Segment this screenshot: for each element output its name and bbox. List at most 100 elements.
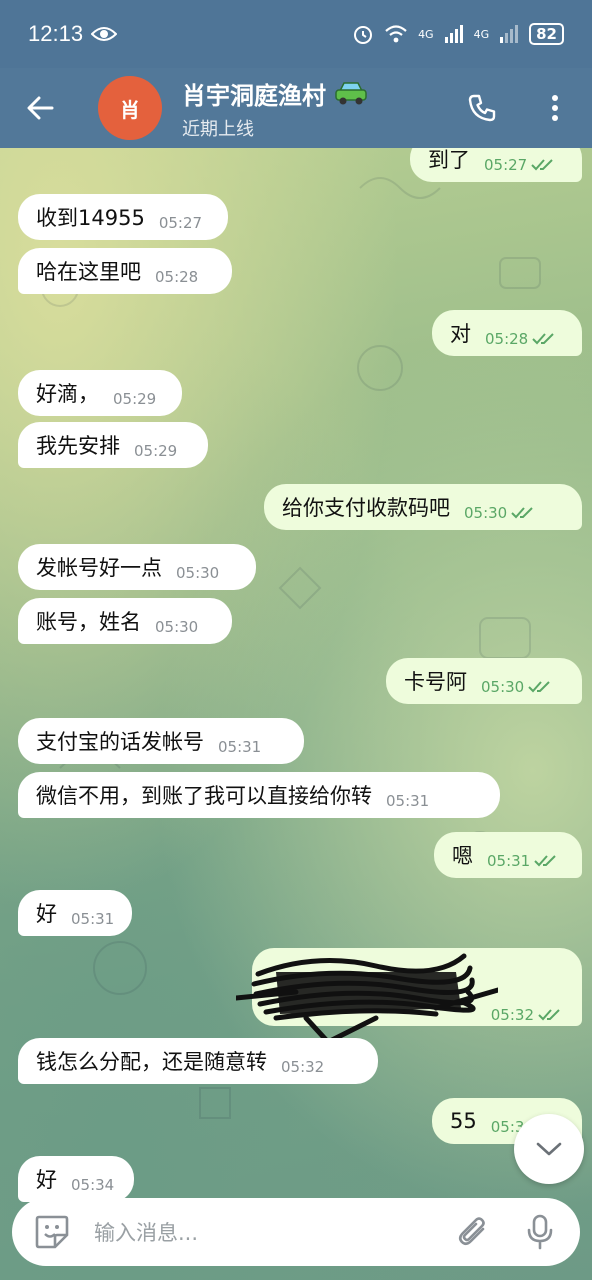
double-check-icon [534,855,556,867]
message-text: 好滴， [36,382,99,406]
message-time: 05:34 [71,1176,115,1194]
message-text: 微信不用，到账了我可以直接给你转 [36,784,372,808]
message-meta: 05:32 [491,1006,564,1024]
message-bubble-outgoing[interactable]: 对 05:28 [432,310,582,356]
voice-record-button[interactable] [518,1210,562,1254]
double-check-icon [528,681,550,693]
message-bubble-incoming[interactable]: 支付宝的话发帐号 05:31 [18,718,304,764]
message-time: 05:30 [481,678,525,696]
signal-label-2: 4G [473,27,490,41]
signal-icon [444,25,463,43]
message-bubble-incoming[interactable]: 微信不用，到账了我可以直接给你转 05:31 [18,772,500,818]
message-bubble-outgoing[interactable]: 卡号阿 05:30 [386,658,582,704]
message-time: 05:32 [281,1058,325,1076]
message-text: 账号，姓名 [36,610,141,634]
message-meta: 05:27 [159,214,202,232]
emoji-button[interactable] [30,1210,74,1254]
status-icons: 4G 4G 82 [352,23,564,45]
message-time: 05:31 [386,792,430,810]
call-button[interactable] [462,88,502,128]
message-bubble-incoming[interactable]: 钱怎么分配，还是随意转 05:32 [18,1038,378,1084]
message-meta: 05:31 [71,910,114,928]
message-bubble-outgoing[interactable]: 到了 05:27 [410,148,582,182]
last-seen-status: 近期上线 [182,118,254,140]
message-meta: 05:31 [487,852,560,870]
double-check-icon [532,333,554,345]
message-text: 发帐号好一点 [36,556,162,580]
back-button[interactable] [0,68,80,148]
message-text: 我先安排 [36,434,120,458]
message-meta: 05:34 [71,1176,114,1194]
message-text: 好 [36,1168,57,1192]
message-time: 05:31 [218,738,262,756]
message-text: 支付宝的话发帐号 [36,730,204,754]
message-bubble-incoming[interactable]: 好滴， 05:29 [18,370,182,416]
message-meta: 05:31 [218,738,261,756]
signal-label-1: 4G [418,27,434,41]
message-meta: 05:28 [155,268,198,286]
message-time: 05:30 [176,564,220,582]
chat-title-box[interactable]: 肖宇洞庭渔村 近期上线 [182,76,368,141]
message-composer: 输入消息... [12,1198,580,1266]
redaction-scribble [236,953,498,1044]
message-time: 05:30 [155,618,199,636]
message-meta: 05:30 [481,678,554,696]
message-meta: 05:30 [176,564,219,582]
message-meta: 05:27 [484,156,557,174]
message-bubble-incoming[interactable]: 好 05:34 [18,1156,134,1202]
status-time: 12:13 [28,21,84,46]
message-list[interactable]: 到了 05:27 收到14955 05:27 哈在这里吧 05:28 对 05:… [0,148,592,1280]
message-bubble-incoming[interactable]: 发帐号好一点 05:30 [18,544,256,590]
message-bubble-outgoing[interactable]: 给你支付收款码吧 05:30 [264,484,582,530]
message-text: 55 [450,1109,477,1133]
chat-header: 肖 肖宇洞庭渔村 近期上线 [0,68,592,148]
message-bubble-incoming[interactable]: 账号，姓名 05:30 [18,598,232,644]
message-bubble-incoming[interactable]: 收到14955 05:27 [18,194,228,240]
more-vertical-icon [552,95,558,121]
message-text: 哈在这里吧 [36,260,141,284]
message-bubble-incoming[interactable]: 好 05:31 [18,890,132,936]
message-time: 05:31 [487,852,531,870]
message-time: 05:27 [484,156,528,174]
alarm-icon [354,26,373,44]
message-text: 给你支付收款码吧 [282,496,450,520]
scroll-to-bottom-button[interactable] [514,1114,584,1184]
message-text: 收到14955 [36,206,145,230]
message-time: 05:29 [113,390,157,408]
message-bubble-incoming[interactable]: 我先安排 05:29 [18,422,208,468]
microphone-icon [527,1214,553,1250]
wifi-icon [385,25,407,43]
chevron-down-icon [536,1142,562,1156]
message-text: 对 [450,322,471,346]
message-time: 05:31 [71,910,115,928]
attach-button[interactable] [452,1210,496,1254]
more-menu-button[interactable] [535,88,575,128]
double-check-icon [531,159,553,171]
chat-title: 肖宇洞庭渔村 [182,76,368,111]
sticker-icon [35,1215,69,1249]
chat-title-text: 肖宇洞庭渔村 [182,81,326,110]
arrow-left-icon [27,96,54,120]
battery-level: 82 [529,23,564,45]
message-meta: 05:31 [386,792,429,810]
message-text: 卡号阿 [404,670,467,694]
message-time: 05:30 [464,504,508,522]
message-input[interactable]: 输入消息... [94,1217,452,1247]
double-check-icon [511,507,533,519]
eye-icon [91,27,118,41]
message-time: 05:27 [158,214,203,232]
message-meta: 05:30 [464,504,537,522]
message-text: 钱怎么分配，还是随意转 [36,1050,267,1074]
message-meta: 05:30 [155,618,198,636]
message-text: 到了 [428,148,470,172]
message-time: 05:28 [155,268,199,286]
message-text: 嗯 [452,844,473,868]
message-time: 05:29 [134,442,178,460]
status-bar: 12:13 4G 4G 82 [0,0,592,68]
car-emoji-icon [335,82,367,105]
message-bubble-outgoing[interactable]: 嗯 05:31 [434,832,582,878]
message-bubble-incoming[interactable]: 哈在这里吧 05:28 [18,248,232,294]
avatar[interactable]: 肖 [98,76,162,140]
message-time: 05:28 [485,330,529,348]
message-meta: 05:32 [281,1058,324,1076]
